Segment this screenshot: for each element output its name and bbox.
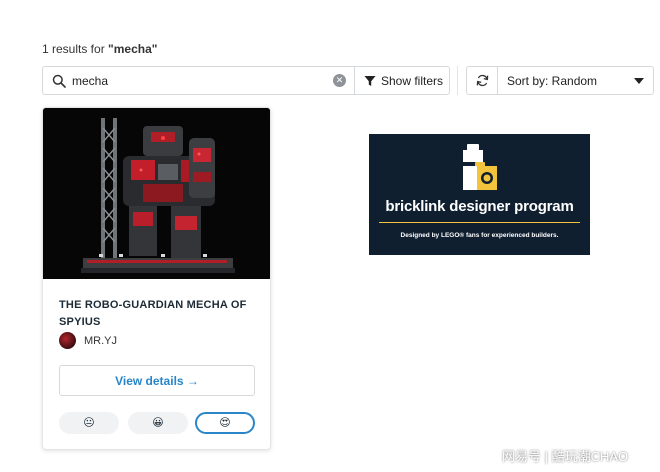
sort-label: Sort by: Random [507, 74, 598, 88]
view-details-button[interactable]: View details → [59, 365, 255, 396]
brick-logo-icon [463, 144, 497, 190]
banner-divider [379, 222, 580, 223]
show-filters-label: Show filters [381, 74, 444, 88]
refresh-icon [476, 74, 489, 87]
result-thumbnail[interactable] [43, 108, 270, 279]
reaction-smile-button[interactable]: 😀 [128, 412, 188, 434]
show-filters-button[interactable]: Show filters [354, 66, 450, 95]
smile-face-icon: 😀 [152, 417, 164, 429]
result-title[interactable]: THE ROBO-GUARDIAN MECHA OF SPYIUS [59, 297, 259, 331]
results-query: "mecha" [108, 42, 158, 56]
clear-icon[interactable]: ✕ [333, 74, 346, 87]
banner-wordmark: bricklink designer program [385, 198, 574, 215]
search-input[interactable]: mecha ✕ [42, 66, 354, 95]
author-name: MR.YJ [84, 335, 117, 347]
result-card: THE ROBO-GUARDIAN MECHA OF SPYIUS MR.YJ … [42, 107, 271, 450]
reaction-neutral-button[interactable]: 😐 [59, 412, 119, 434]
banner-tagline: Designed by LEGO® fans for experienced b… [400, 232, 559, 239]
neutral-face-icon: 😐 [83, 417, 95, 429]
mecha-model-image [43, 108, 270, 279]
result-title-line-1: THE ROBO-GUARDIAN MECHA OF [59, 299, 247, 311]
watermark: 网易号 | 酷玩潮CHAO [502, 449, 629, 464]
bricklink-designer-program-banner[interactable]: bricklink designer program Designed by L… [369, 134, 590, 255]
refresh-button[interactable] [467, 67, 498, 94]
search-icon [52, 74, 66, 88]
funnel-icon [364, 76, 376, 86]
search-value[interactable]: mecha [72, 74, 108, 88]
reaction-love-button[interactable]: 😍 [195, 412, 255, 434]
view-details-label: View details → [115, 374, 199, 388]
sort-dropdown[interactable]: Sort by: Random [499, 67, 653, 94]
chevron-down-icon [634, 78, 644, 84]
sort-controls: Sort by: Random [466, 66, 654, 95]
results-count: 1 results for "mecha" [42, 42, 157, 56]
toolbar-divider [457, 66, 458, 95]
results-count-prefix: 1 results for [42, 42, 109, 56]
avatar [59, 332, 76, 349]
heart-eyes-icon: 😍 [219, 417, 231, 429]
result-title-line-2: SPYIUS [59, 316, 101, 328]
